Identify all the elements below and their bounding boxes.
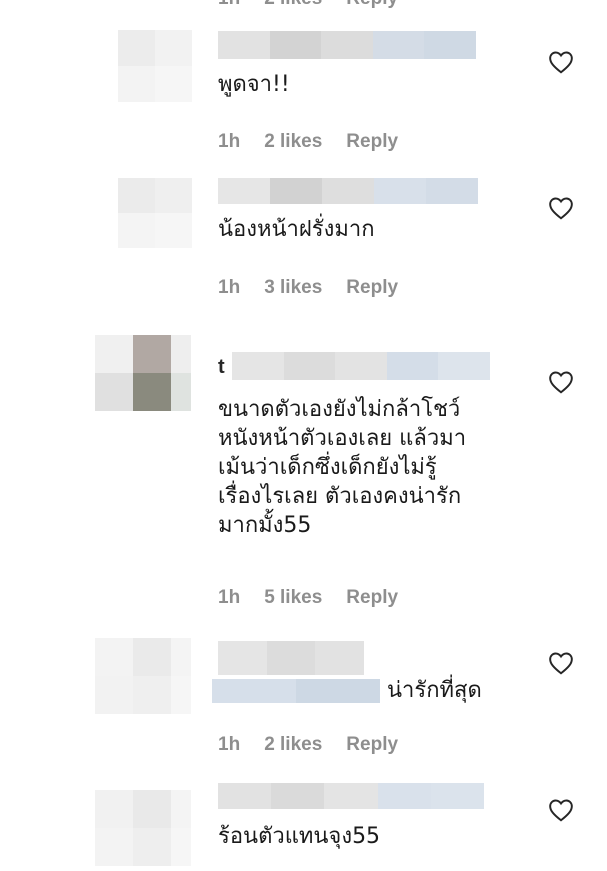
like-count[interactable]: 2 likes xyxy=(264,131,322,153)
avatar[interactable] xyxy=(118,30,192,102)
username-initial[interactable]: t xyxy=(218,356,225,379)
reply-link[interactable]: Reply xyxy=(346,277,398,299)
comment-meta: 1h 5 likes Reply xyxy=(218,587,398,609)
username-redacted[interactable] xyxy=(218,641,365,675)
username-redacted-line2 xyxy=(212,679,380,703)
comment-meta-top: 1h 2 likes Reply xyxy=(218,0,398,10)
comment-time: 1h xyxy=(218,131,241,152)
comment-text: น่ารักที่สุด xyxy=(387,678,482,703)
comment-time: 1h xyxy=(218,277,241,298)
reply-link[interactable]: Reply xyxy=(346,734,398,756)
heart-outline-icon[interactable] xyxy=(548,50,574,74)
comment-meta: 1h 3 likes Reply xyxy=(218,277,398,299)
comment-text: ร้อนตัวแทนจุง55 xyxy=(218,824,381,849)
avatar[interactable] xyxy=(118,178,192,248)
comment-time: 1h xyxy=(218,587,241,608)
heart-outline-icon[interactable] xyxy=(548,196,574,220)
comment-meta: 1h 2 likes Reply xyxy=(218,734,398,756)
comment-text: น้องหน้าฝรั่งมาก xyxy=(218,217,375,242)
username-redacted[interactable] xyxy=(218,178,478,204)
reply-link[interactable]: Reply xyxy=(346,131,398,153)
like-count[interactable]: 5 likes xyxy=(264,587,322,609)
username-redacted[interactable] xyxy=(218,783,485,809)
comment-time: 1h xyxy=(218,734,241,755)
username-redacted[interactable] xyxy=(232,352,490,380)
reply-link[interactable]: Reply xyxy=(346,587,398,609)
avatar[interactable] xyxy=(95,638,191,714)
like-count[interactable]: 2 likes xyxy=(264,0,322,10)
avatar[interactable] xyxy=(95,335,191,411)
like-count[interactable]: 2 likes xyxy=(264,734,322,756)
heart-outline-icon[interactable] xyxy=(548,651,574,675)
comment-text: ขนาดตัวเองยังไม่กล้าโชว์ หนังหน้าตัวเองเ… xyxy=(218,397,467,538)
username-redacted[interactable] xyxy=(218,31,476,59)
like-count[interactable]: 3 likes xyxy=(264,277,322,299)
heart-outline-icon[interactable] xyxy=(548,798,574,822)
comment-meta: 1h 2 likes Reply xyxy=(218,131,398,153)
comment-time: 1h xyxy=(218,0,240,10)
reply-link[interactable]: Reply xyxy=(346,0,398,10)
avatar[interactable] xyxy=(95,790,191,866)
comment-text: พูดจา!! xyxy=(218,72,290,97)
heart-outline-icon[interactable] xyxy=(548,370,574,394)
